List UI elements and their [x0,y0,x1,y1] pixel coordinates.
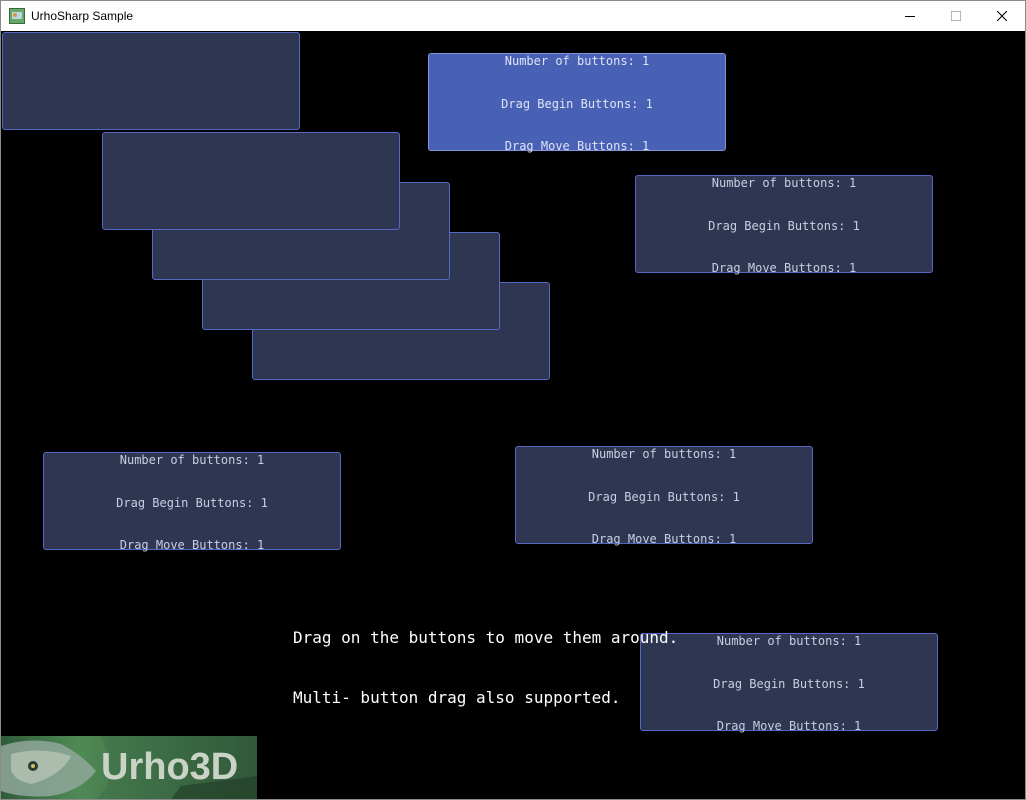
urho3d-logo: Urho3D [1,736,257,799]
title-bar[interactable]: UrhoSharp Sample [1,1,1025,31]
drag-move-buttons-label: Drag Move Buttons: 1 [504,139,650,153]
drag-begin-buttons-label: Drag Begin Buttons: 1 [713,677,865,691]
instructions-line-1: Drag on the buttons to move them around. [293,628,679,647]
maximize-icon [951,11,961,21]
number-of-buttons-label: Number of buttons: 1 [711,176,857,190]
render-viewport[interactable]: Number of buttons: 1 Drag Begin Buttons:… [1,32,1025,799]
drag-begin-buttons-label: Drag Begin Buttons: 1 [116,496,268,510]
drag-button-active[interactable]: Number of buttons: 1 Drag Begin Buttons:… [428,53,726,153]
drag-button[interactable]: Number of buttons: 1 Drag Begin Buttons:… [515,446,813,546]
number-of-buttons-label: Number of buttons: 1 [591,447,737,461]
number-of-buttons-label: Number of buttons: 1 [504,54,650,68]
number-of-buttons-label: Number of buttons: 1 [716,634,862,648]
number-of-buttons-label: Number of buttons: 1 [119,453,265,467]
drag-button[interactable]: Number of buttons: 1 Drag Begin Buttons:… [640,633,938,733]
close-icon [997,11,1007,21]
drag-button[interactable] [102,132,400,230]
minimize-icon [905,16,915,17]
logo-text: Urho3D [101,746,239,788]
close-button[interactable] [979,1,1025,31]
app-icon [9,8,25,24]
drag-begin-buttons-label: Drag Begin Buttons: 1 [501,97,653,111]
drag-begin-buttons-label: Drag Begin Buttons: 1 [708,219,860,233]
drag-begin-buttons-label: Drag Begin Buttons: 1 [588,490,740,504]
drag-move-buttons-label: Drag Move Buttons: 1 [591,532,737,546]
instructions-line-2: Multi- button drag also supported. [293,688,621,707]
app-window: UrhoSharp Sample Number of buttons: 1 Dr… [0,0,1026,800]
drag-move-buttons-label: Drag Move Buttons: 1 [716,719,862,733]
drag-button[interactable]: Number of buttons: 1 Drag Begin Buttons:… [43,452,341,552]
instructions-text: Drag on the buttons to move them around.… [293,588,678,748]
drag-button[interactable]: Number of buttons: 1 Drag Begin Buttons:… [635,175,933,275]
drag-move-buttons-label: Drag Move Buttons: 1 [711,261,857,275]
drag-move-buttons-label: Drag Move Buttons: 1 [119,538,265,552]
maximize-button[interactable] [933,1,979,31]
window-title: UrhoSharp Sample [31,9,134,23]
drag-button[interactable] [2,32,300,130]
minimize-button[interactable] [887,1,933,31]
